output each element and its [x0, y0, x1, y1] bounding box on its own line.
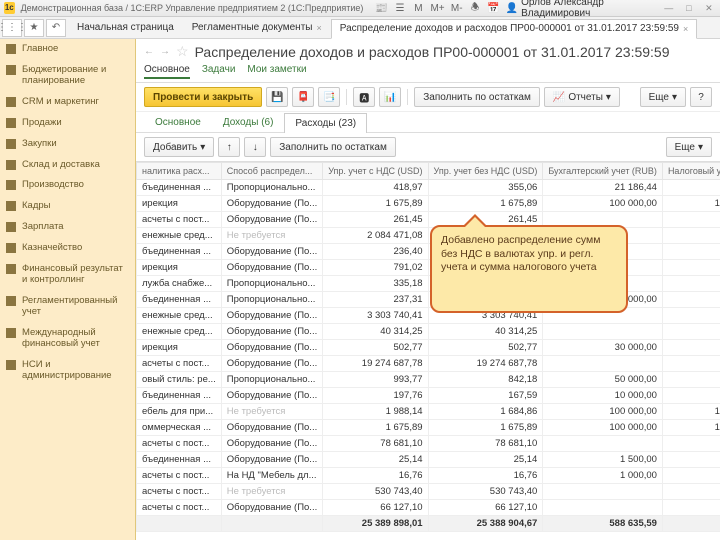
sidebar-item-10[interactable]: Финансовый результат и контроллинг	[0, 259, 135, 291]
save-button[interactable]: 💾	[266, 87, 288, 107]
table-row[interactable]: асчеты с пост...На НД "Мебель дл...16,76…	[137, 468, 720, 484]
history-button[interactable]: ↶	[46, 19, 66, 37]
app-logo: 1c	[4, 2, 15, 14]
itab-main[interactable]: Основное	[144, 112, 212, 132]
app-title: Демонстрационная база / 1С:ERP Управлени…	[21, 3, 364, 13]
table-row[interactable]: оммерческая ...Оборудование (По...1 675,…	[137, 420, 720, 436]
subtab-tasks[interactable]: Задачи	[202, 62, 236, 79]
col-method[interactable]: Способ распредел...	[221, 163, 322, 180]
b-button[interactable]: 📊	[379, 87, 401, 107]
user-name[interactable]: 👤Орлов Александр Владимирович	[506, 0, 656, 19]
expenses-grid[interactable]: налитика расх... Способ распредел... Упр…	[136, 161, 720, 540]
col-upr-novat[interactable]: Упр. учет без НДС (USD)	[428, 163, 543, 180]
close-icon[interactable]: ×	[683, 24, 688, 34]
table-row[interactable]: енежные сред...Не требуется2 084 471,082…	[137, 228, 720, 244]
page-header: ← → ☆ Распределение доходов и расходов П…	[136, 39, 720, 62]
apps-button[interactable]: ⋮⋮⋮	[2, 19, 22, 37]
close-button[interactable]: ✕	[702, 1, 716, 15]
grid-toolbar: Добавить ▾ ↑ ↓ Заполнить по остаткам Еще…	[136, 133, 720, 161]
bell-icon[interactable]: 🕭	[469, 1, 481, 15]
fill-button[interactable]: Заполнить по остаткам	[270, 137, 396, 157]
up-button[interactable]: ↑	[218, 137, 240, 157]
nav-icon[interactable]: 📰	[375, 1, 387, 15]
itab-income[interactable]: Доходы (6)	[212, 112, 285, 132]
help-button[interactable]: ?	[690, 87, 712, 107]
favorite-icon[interactable]: ☆	[176, 43, 189, 60]
table-row[interactable]: енежные сред...Оборудование (По...40 314…	[137, 324, 720, 340]
sidebar-item-11[interactable]: Регламентированный учет	[0, 291, 135, 323]
fill-remains-button[interactable]: Заполнить по остаткам	[414, 87, 540, 107]
sidebar-item-13[interactable]: НСИ и администрирование	[0, 355, 135, 387]
post-button[interactable]: 📮	[292, 87, 314, 107]
table-row[interactable]: асчеты с пост...Оборудование (По...19 27…	[137, 356, 720, 372]
table-row[interactable]: лужба снабже...Пропорционально...335,181…	[137, 276, 720, 292]
content: ← → ☆ Распределение доходов и расходов П…	[136, 39, 720, 540]
subtabs: Основное Задачи Мои заметки	[136, 62, 720, 83]
table-row[interactable]: ирекцияОборудование (По...791,0240 000,0…	[137, 260, 720, 276]
maximize-button[interactable]: □	[682, 1, 696, 15]
sidebar-item-2[interactable]: CRM и маркетинг	[0, 92, 135, 113]
post-close-button[interactable]: Провести и закрыть	[144, 87, 262, 107]
sidebar-item-3[interactable]: Продажи	[0, 113, 135, 134]
table-row[interactable]: ирекцияОборудование (По...1 675,891 675,…	[137, 196, 720, 212]
m-icon[interactable]: M	[412, 1, 424, 15]
minimize-button[interactable]: —	[662, 1, 676, 15]
fwd-icon[interactable]: →	[160, 46, 170, 57]
table-row[interactable]: асчеты с пост...Не требуется530 743,4053…	[137, 484, 720, 500]
totals-row: 25 389 898,0125 388 904,67588 635,59	[137, 516, 720, 532]
sidebar-item-0[interactable]: Главное	[0, 39, 135, 60]
search-icon[interactable]: ☰	[394, 1, 406, 15]
col-upr-vat[interactable]: Упр. учет с НДС (USD)	[323, 163, 428, 180]
sidebar-item-8[interactable]: Зарплата	[0, 217, 135, 238]
mminus-icon[interactable]: M-	[451, 1, 463, 15]
page-title: Распределение доходов и расходов ПР00-00…	[195, 44, 670, 60]
tabbar: ⋮⋮⋮ ★ ↶ Начальная страница Регламентные …	[0, 17, 720, 39]
sidebar-item-12[interactable]: Международный финансовый учет	[0, 323, 135, 355]
table-row[interactable]: бъединенная ...Оборудование (По...25,142…	[137, 452, 720, 468]
inner-tabs: Основное Доходы (6) Расходы (23)	[136, 112, 720, 133]
table-row[interactable]: бъединенная ...Пропорционально...237,312…	[137, 292, 720, 308]
tab-distribution[interactable]: Распределение доходов и расходов ПР00-00…	[331, 19, 698, 39]
main-toolbar: Провести и закрыть 💾 📮 📑 🅰 📊 Заполнить п…	[136, 83, 720, 112]
calc-icon[interactable]: 📅	[487, 1, 499, 15]
col-tax[interactable]: Налоговый учет (RUB)	[662, 163, 720, 180]
sidebar-item-7[interactable]: Кадры	[0, 196, 135, 217]
tab-reglament[interactable]: Регламентные документы×	[183, 18, 331, 38]
dt-button[interactable]: 📑	[318, 87, 340, 107]
itab-expenses[interactable]: Расходы (23)	[284, 113, 367, 133]
tab-home[interactable]: Начальная страница	[68, 18, 183, 38]
col-bu[interactable]: Бухгалтерский учет (RUB)	[543, 163, 663, 180]
table-row[interactable]: бъединенная ...Оборудование (По...236,40	[137, 244, 720, 260]
table-row[interactable]: ирекцияОборудование (По...502,77502,7730…	[137, 340, 720, 356]
col-analytics[interactable]: налитика расх...	[137, 163, 222, 180]
sidebar-item-9[interactable]: Казначейство	[0, 238, 135, 259]
titlebar: 1c Демонстрационная база / 1С:ERP Управл…	[0, 0, 720, 17]
sidebar-item-6[interactable]: Производство	[0, 175, 135, 196]
table-row[interactable]: енежные сред...Оборудование (По...3 303 …	[137, 308, 720, 324]
table-row[interactable]: асчеты с пост...Оборудование (По...66 12…	[137, 500, 720, 516]
table-row[interactable]: ебель для при...Не требуется1 988,141 68…	[137, 404, 720, 420]
mplus-icon[interactable]: M+	[431, 1, 445, 15]
sidebar-item-1[interactable]: Бюджетирование и планирование	[0, 60, 135, 92]
subtab-notes[interactable]: Мои заметки	[247, 62, 306, 79]
subtab-main[interactable]: Основное	[144, 62, 190, 79]
add-button[interactable]: Добавить ▾	[144, 137, 214, 157]
sidebar-item-5[interactable]: Склад и доставка	[0, 155, 135, 176]
annotation-callout: Добавлено распределение сумм без НДС в в…	[430, 225, 628, 313]
a-button[interactable]: 🅰	[353, 87, 375, 107]
table-row[interactable]: асчеты с пост...Оборудование (По...78 68…	[137, 436, 720, 452]
table-row[interactable]: бъединенная ...Оборудование (По...197,76…	[137, 388, 720, 404]
sidebar-item-4[interactable]: Закупки	[0, 134, 135, 155]
table-row[interactable]: овый стиль: ре...Пропорционально...993,7…	[137, 372, 720, 388]
grid-more-button[interactable]: Еще ▾	[666, 137, 712, 157]
close-icon[interactable]: ×	[316, 23, 321, 33]
down-button[interactable]: ↓	[244, 137, 266, 157]
back-icon[interactable]: ←	[144, 46, 154, 57]
reports-button[interactable]: 📈 Отчеты ▾	[544, 87, 620, 107]
star-button[interactable]: ★	[24, 19, 44, 37]
table-row[interactable]: асчеты с пост...Оборудование (По...261,4…	[137, 212, 720, 228]
table-row[interactable]: бъединенная ...Пропорционально...418,973…	[137, 180, 720, 196]
more-button[interactable]: Еще ▾	[640, 87, 686, 107]
sidebar: ГлавноеБюджетирование и планированиеCRM …	[0, 39, 136, 540]
